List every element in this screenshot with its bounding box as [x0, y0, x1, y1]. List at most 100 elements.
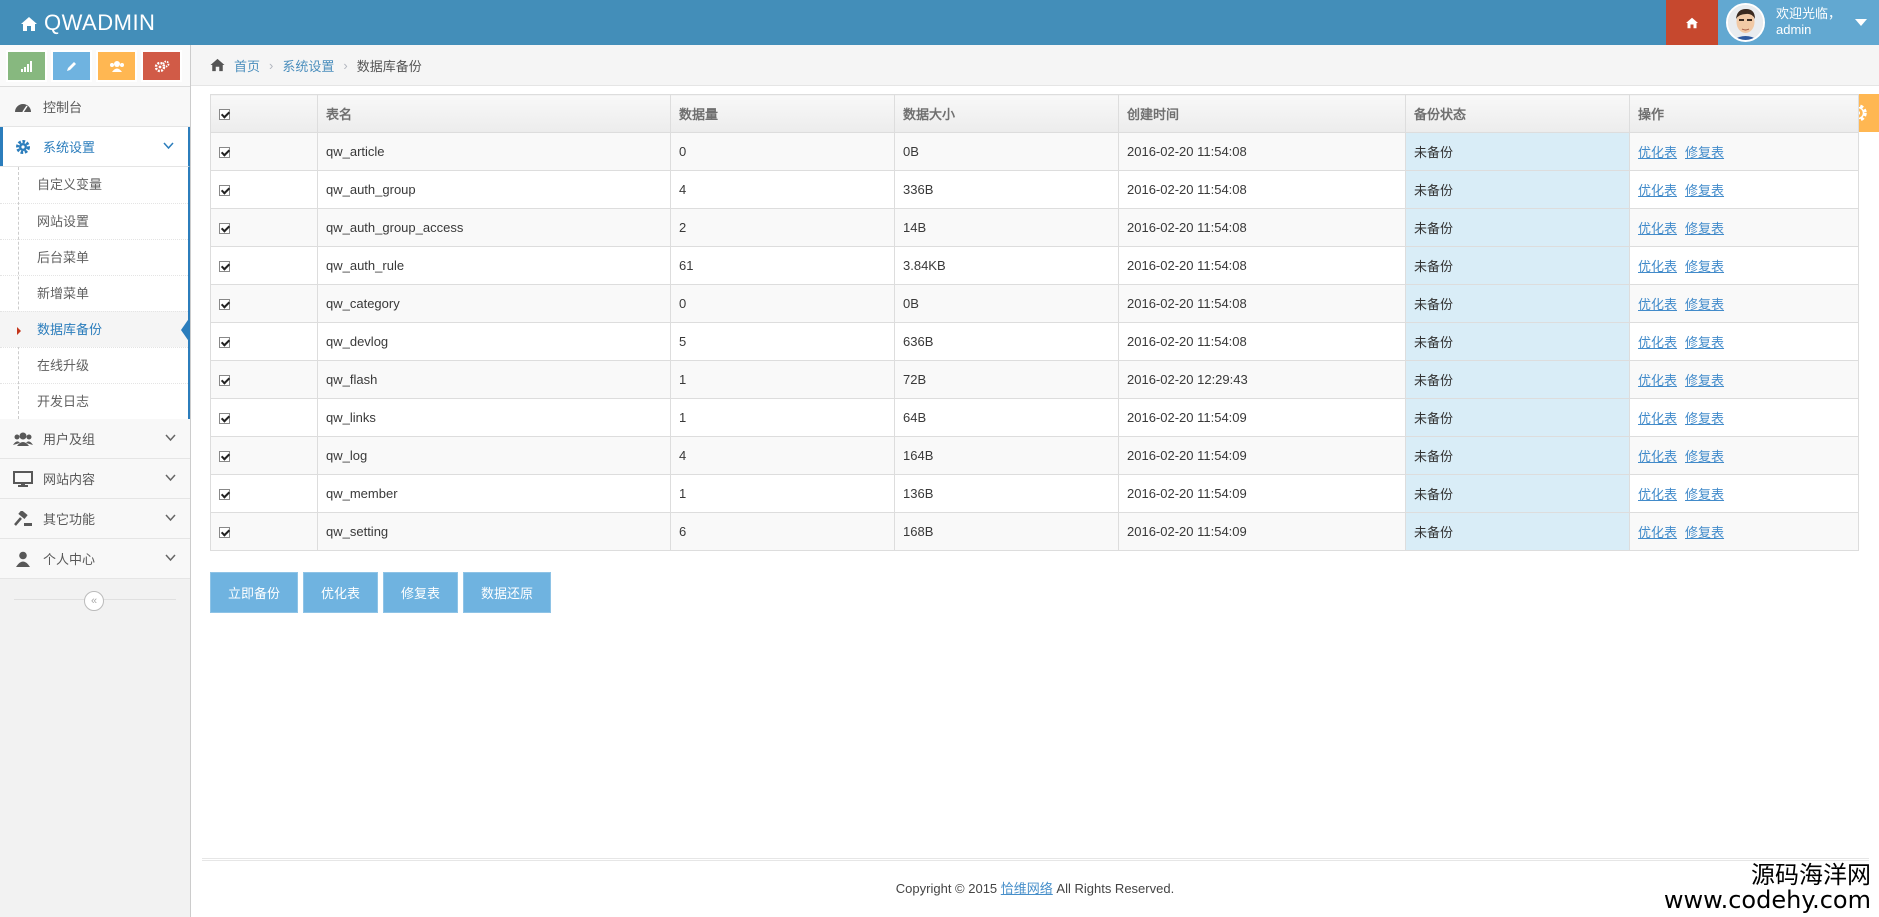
repair-table-link[interactable]: 修复表 [1685, 449, 1724, 464]
double-angle-left-icon[interactable]: « [84, 591, 104, 611]
repair-table-link[interactable]: 修复表 [1685, 221, 1724, 236]
menu-label: 用户及组 [43, 432, 96, 447]
optimize-button[interactable]: 优化表 [303, 572, 379, 613]
row-select-cell [210, 322, 318, 361]
optimize-table-link[interactable]: 优化表 [1638, 183, 1677, 198]
row-checkbox[interactable] [219, 375, 230, 387]
submenu-custom-variables[interactable]: 自定义变量 [0, 167, 188, 203]
cell-created: 2016-02-20 11:54:08 [1118, 246, 1406, 285]
shortcut-cogs-button[interactable] [141, 50, 182, 82]
sidebar-collapse-bar: « [0, 579, 190, 621]
table-row: qw_auth_group 4 336B 2016-02-20 11:54:08 未备份… [210, 170, 1859, 209]
row-checkbox[interactable] [219, 451, 230, 463]
menu-dashboard[interactable]: 控制台 [0, 87, 190, 127]
shortcut-pencil-button[interactable] [51, 50, 92, 82]
row-checkbox[interactable] [219, 337, 230, 349]
action-buttons: 立即备份 优化表 修复表 数据还原 [210, 572, 552, 613]
optimize-table-link[interactable]: 优化表 [1638, 335, 1677, 350]
optimize-table-link[interactable]: 优化表 [1638, 373, 1677, 388]
breadcrumb-separator-icon: › [343, 57, 348, 73]
optimize-table-link[interactable]: 优化表 [1638, 145, 1677, 160]
row-checkbox[interactable] [219, 527, 230, 539]
caret-down-icon [1855, 19, 1867, 26]
row-checkbox[interactable] [219, 299, 230, 311]
menu-personal-center[interactable]: 个人中心 [0, 539, 190, 579]
cell-created: 2016-02-20 11:54:09 [1118, 398, 1406, 437]
repair-table-link[interactable]: 修复表 [1685, 259, 1724, 274]
submenu-db-backup[interactable]: 数据库备份 [0, 311, 190, 347]
row-checkbox[interactable] [219, 489, 230, 501]
optimize-table-link[interactable]: 优化表 [1638, 411, 1677, 426]
row-select-cell [210, 398, 318, 437]
submenu-online-upgrade[interactable]: 在线升级 [0, 347, 188, 383]
row-checkbox[interactable] [219, 185, 230, 197]
footer-company-link[interactable]: 恰维网络 [1001, 881, 1053, 896]
breadcrumb-home-link[interactable]: 首页 [234, 56, 260, 75]
submenu-add-menu[interactable]: 新增菜单 [0, 275, 188, 311]
optimize-table-link[interactable]: 优化表 [1638, 297, 1677, 312]
chevron-down-icon [165, 514, 176, 522]
cell-actions: 优化表 修复表 [1629, 246, 1859, 285]
row-checkbox[interactable] [219, 147, 230, 159]
cell-actions: 优化表 修复表 [1629, 284, 1859, 323]
optimize-table-link[interactable]: 优化表 [1638, 487, 1677, 502]
cell-status: 未备份 [1405, 170, 1630, 209]
breadcrumb-parent-link[interactable]: 系统设置 [282, 56, 334, 75]
cog-icon [12, 139, 34, 155]
cell-table-name: qw_article [317, 132, 671, 171]
user-menu[interactable]: 欢迎光临， admin [1718, 0, 1879, 45]
repair-button[interactable]: 修复表 [383, 572, 459, 613]
menu-users-groups[interactable]: 用户及组 [0, 419, 190, 459]
shortcut-signal-button[interactable] [6, 50, 47, 82]
row-select-cell [210, 246, 318, 285]
repair-table-link[interactable]: 修复表 [1685, 297, 1724, 312]
select-all-cell [210, 94, 318, 133]
menu-system-settings[interactable]: 系统设置 [0, 127, 190, 167]
cell-size: 72B [894, 360, 1119, 399]
shortcuts [0, 45, 190, 87]
optimize-table-link[interactable]: 优化表 [1638, 259, 1677, 274]
cell-actions: 优化表 修复表 [1629, 436, 1859, 475]
backup-now-button[interactable]: 立即备份 [210, 572, 299, 613]
repair-table-link[interactable]: 修复表 [1685, 373, 1724, 388]
cell-table-name: qw_auth_group_access [317, 208, 671, 247]
optimize-table-link[interactable]: 优化表 [1638, 449, 1677, 464]
submenu-site-settings[interactable]: 网站设置 [0, 203, 188, 239]
col-header-name: 表名 [317, 94, 671, 133]
optimize-table-link[interactable]: 优化表 [1638, 525, 1677, 540]
backup-table-wrapper: 表名 数据量 数据大小 创建时间 备份状态 操作 qw_article 0 0B 20… [210, 94, 1859, 551]
repair-table-link[interactable]: 修复表 [1685, 183, 1724, 198]
row-checkbox[interactable] [219, 413, 230, 425]
watermark-line1: 源码海洋网 [1751, 861, 1871, 889]
repair-table-link[interactable]: 修复表 [1685, 525, 1724, 540]
brand-text: QWADMIN [44, 10, 156, 35]
repair-table-link[interactable]: 修复表 [1685, 411, 1724, 426]
nav-home-button[interactable] [1666, 0, 1718, 45]
sidebar: 控制台 系统设置 自定义变量 网站设置 后台菜单 新增菜单 数据库备份 在线升级… [0, 45, 191, 917]
cell-created: 2016-02-20 11:54:08 [1118, 132, 1406, 171]
repair-table-link[interactable]: 修复表 [1685, 487, 1724, 502]
restore-button[interactable]: 数据还原 [463, 572, 552, 613]
menu-other-functions[interactable]: 其它功能 [0, 499, 190, 539]
user-info: 欢迎光临， admin [1776, 6, 1841, 38]
cell-size: 168B [894, 512, 1119, 551]
menu-label: 系统设置 [43, 140, 96, 155]
repair-table-link[interactable]: 修复表 [1685, 145, 1724, 160]
select-all-checkbox[interactable] [219, 109, 230, 121]
shortcut-users-button[interactable] [96, 50, 137, 82]
active-caret-icon [17, 327, 21, 335]
cell-count: 1 [670, 398, 895, 437]
brand[interactable]: QWADMIN [20, 0, 155, 45]
row-select-cell [210, 512, 318, 551]
menu-site-content[interactable]: 网站内容 [0, 459, 190, 499]
submenu-backend-menu[interactable]: 后台菜单 [0, 239, 188, 275]
optimize-table-link[interactable]: 优化表 [1638, 221, 1677, 236]
submenu-dev-log[interactable]: 开发日志 [0, 383, 188, 419]
row-checkbox[interactable] [219, 223, 230, 235]
table-row: qw_devlog 5 636B 2016-02-20 11:54:08 未备份 优化表修… [210, 322, 1859, 361]
row-checkbox[interactable] [219, 261, 230, 273]
cell-count: 61 [670, 246, 895, 285]
cell-status: 未备份 [1405, 436, 1630, 475]
desktop-icon [12, 470, 34, 487]
repair-table-link[interactable]: 修复表 [1685, 335, 1724, 350]
